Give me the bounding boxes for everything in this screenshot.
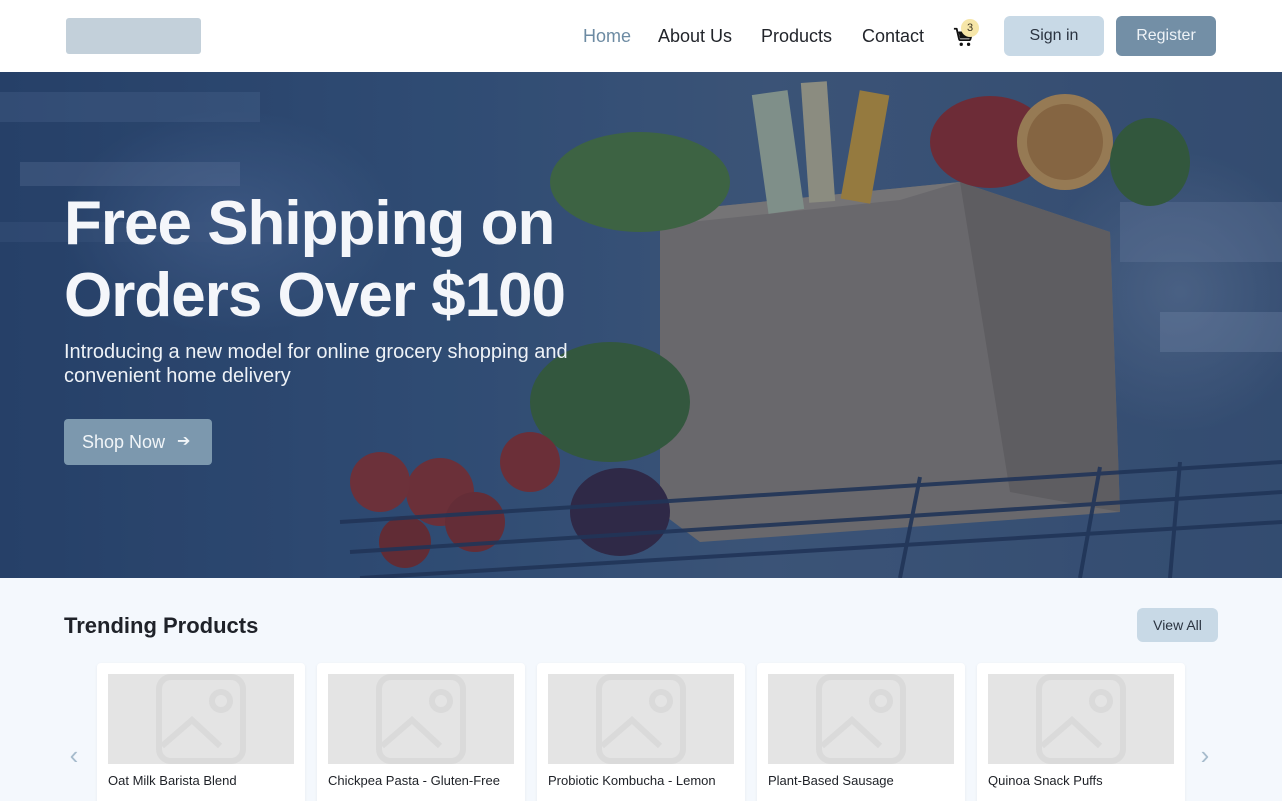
- product-name: Oat Milk Barista Blend: [108, 773, 237, 788]
- nav-contact-link[interactable]: Contact: [862, 25, 924, 47]
- nav-home-link[interactable]: Home: [583, 25, 631, 47]
- image-placeholder-icon: [596, 674, 686, 764]
- nav-about-link[interactable]: About Us: [658, 25, 732, 47]
- logo[interactable]: [66, 18, 201, 54]
- product-image: [108, 674, 294, 764]
- chevron-right-icon[interactable]: ›: [1195, 740, 1215, 770]
- product-card[interactable]: Plant-Based Sausage: [757, 663, 965, 801]
- product-image: [988, 674, 1174, 764]
- image-placeholder-icon: [376, 674, 466, 764]
- register-button[interactable]: Register: [1116, 16, 1216, 56]
- shop-now-button[interactable]: Shop Now ➔: [64, 419, 212, 465]
- product-card[interactable]: Probiotic Kombucha - Lemon: [537, 663, 745, 801]
- product-card[interactable]: Oat Milk Barista Blend: [97, 663, 305, 801]
- nav-products-link[interactable]: Products: [761, 25, 832, 47]
- shop-now-label: Shop Now: [82, 432, 166, 452]
- chevron-left-icon[interactable]: ‹: [64, 740, 84, 770]
- image-placeholder-icon: [156, 674, 246, 764]
- image-placeholder-icon: [1036, 674, 1126, 764]
- product-card[interactable]: Chickpea Pasta - Gluten-Free: [317, 663, 525, 801]
- hero-subtitle: Introducing a new model for online groce…: [64, 341, 568, 387]
- product-image: [328, 674, 514, 764]
- view-all-button[interactable]: View All: [1137, 608, 1218, 642]
- product-card[interactable]: Quinoa Snack Puffs: [977, 663, 1185, 801]
- product-image: [548, 674, 734, 764]
- cart-count-badge: 3: [961, 19, 979, 37]
- product-image: [768, 674, 954, 764]
- section-title: Trending Products: [64, 613, 259, 638]
- image-placeholder-icon: [816, 674, 906, 764]
- product-name: Probiotic Kombucha - Lemon: [548, 773, 716, 788]
- arrow-right-icon: ➔: [177, 433, 191, 450]
- hero-title: Free Shipping on Orders Over $100: [64, 189, 566, 330]
- product-name: Plant-Based Sausage: [768, 773, 894, 788]
- sign-in-button[interactable]: Sign in: [1004, 16, 1104, 56]
- site-header: Home About Us Products Contact 3 Sign in…: [0, 0, 1282, 72]
- product-name: Quinoa Snack Puffs: [988, 773, 1103, 788]
- product-name: Chickpea Pasta - Gluten-Free: [328, 773, 500, 788]
- hero-banner: Free Shipping on Orders Over $100 Introd…: [0, 72, 1282, 578]
